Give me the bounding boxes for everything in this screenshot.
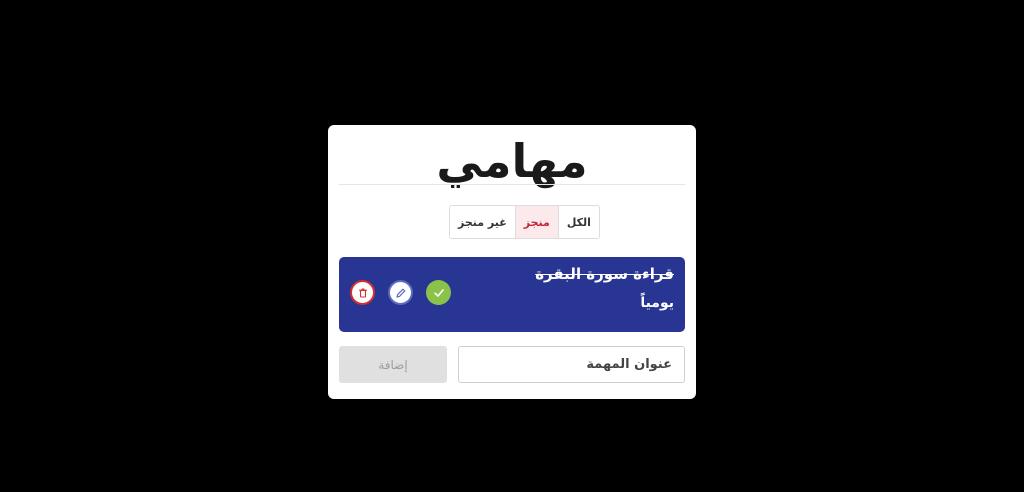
filter-done[interactable]: منجز [514, 206, 558, 238]
check-icon [433, 288, 444, 297]
task-subtitle: يومياً [640, 295, 674, 311]
task-title: قراءة سورة البقرة [535, 265, 674, 283]
delete-button[interactable] [350, 280, 375, 305]
add-button[interactable]: إضافة [339, 346, 447, 383]
filter-all[interactable]: الكل [557, 206, 599, 238]
task-item: قراءة سورة البقرة يومياً [339, 257, 685, 332]
edit-button[interactable] [388, 280, 413, 305]
trash-icon [358, 287, 367, 298]
task-title-input[interactable] [458, 346, 685, 383]
pencil-icon [395, 288, 405, 298]
complete-button[interactable] [426, 280, 451, 305]
divider [339, 184, 685, 185]
filter-not-done[interactable]: غير منجز [450, 206, 515, 238]
todo-card: مهامي الكل منجز غير منجز قراءة سورة البق… [328, 125, 696, 399]
filter-tabs: الكل منجز غير منجز [449, 205, 600, 239]
